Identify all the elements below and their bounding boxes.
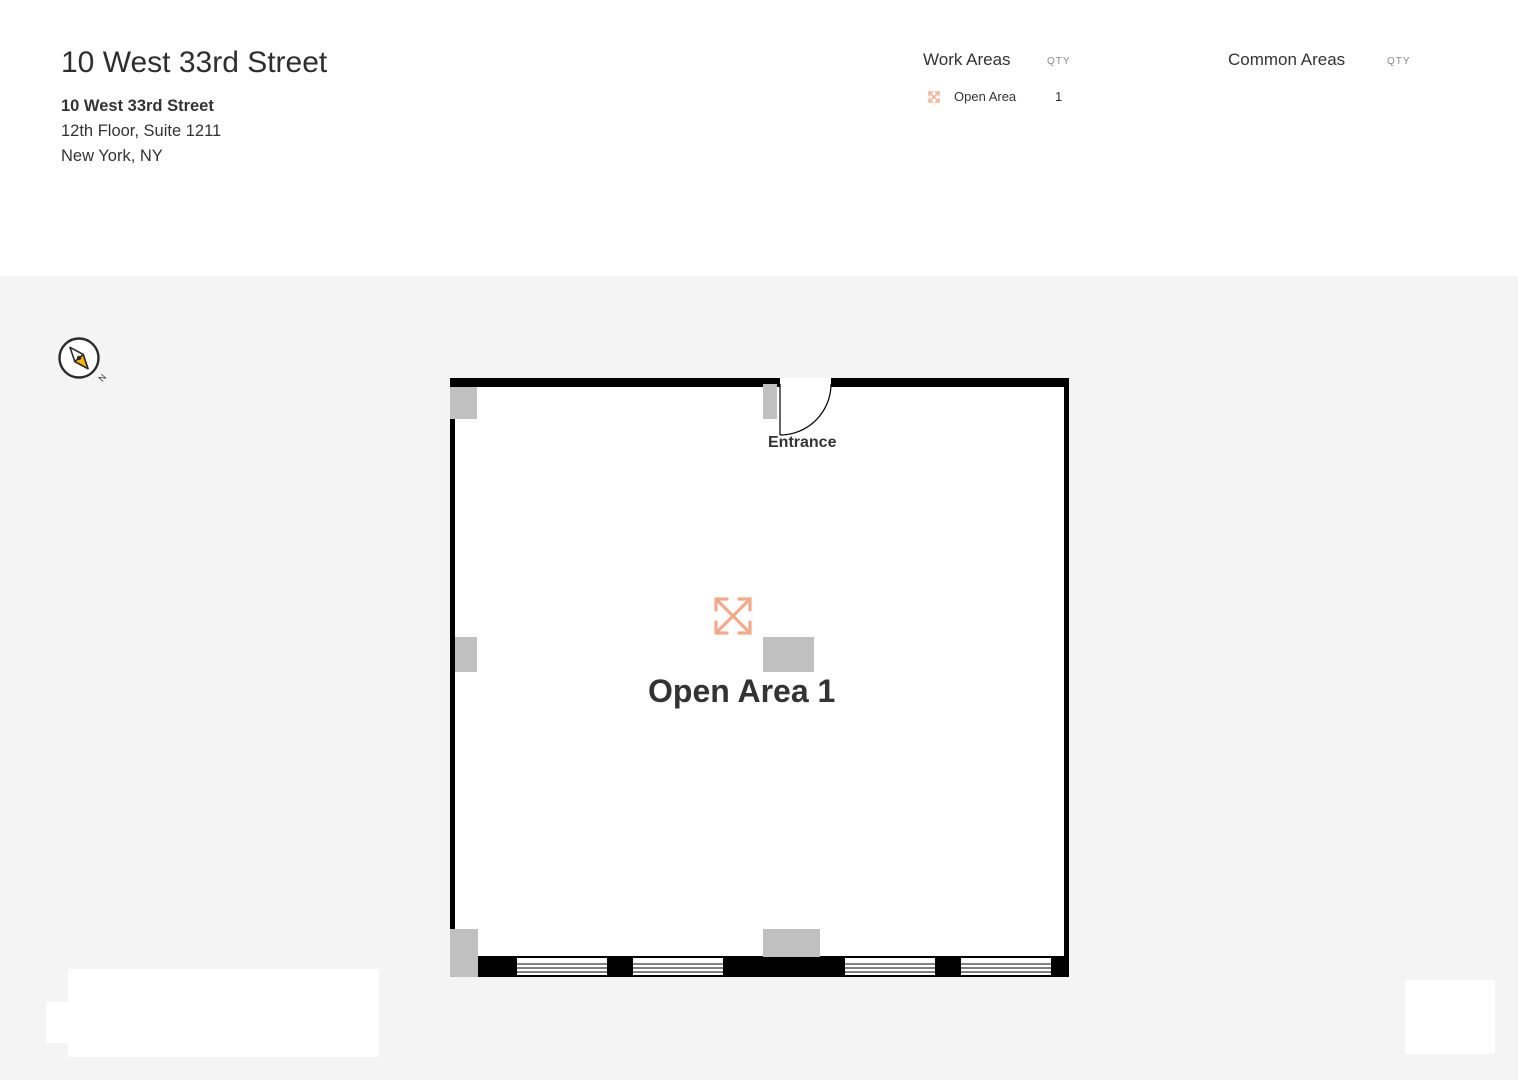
column [763, 384, 777, 419]
address-line-floor: 12th Floor, Suite 1211 [61, 122, 222, 140]
common-areas-title: Common Areas [1228, 50, 1346, 69]
expand-arrows-icon [928, 91, 940, 103]
address-block: 10 West 33rd Street 12th Floor, Suite 12… [61, 94, 221, 169]
compass-north-label: N [96, 372, 108, 383]
address-name: 10 West 33rd Street [61, 97, 214, 115]
window [517, 958, 607, 975]
scale-panel [68, 969, 379, 1057]
window [633, 958, 723, 975]
address-line-city: New York, NY [61, 147, 163, 165]
column [763, 637, 814, 672]
entrance-label: Entrance [768, 434, 837, 451]
logo-panel [1405, 980, 1495, 1054]
scale-panel-tab [46, 1002, 70, 1043]
window [961, 958, 1051, 975]
expand-arrows-icon [714, 597, 752, 635]
work-areas-item-label: Open Area [954, 89, 1017, 104]
compass-icon: N [58, 337, 108, 384]
page-header: 10 West 33rd Street 10 West 33rd Street … [0, 0, 1518, 276]
area-label[interactable]: Open Area 1 [648, 673, 835, 710]
work-areas-title: Work Areas [923, 50, 1011, 69]
page-title: 10 West 33rd Street [61, 46, 328, 79]
work-areas-item-qty: 1 [1055, 89, 1063, 104]
column [450, 387, 477, 419]
work-areas-qty-header: QTY [1047, 56, 1071, 67]
column [455, 637, 477, 672]
window [845, 958, 935, 975]
column [450, 929, 478, 977]
column [763, 929, 820, 957]
common-areas-qty-header: QTY [1387, 56, 1411, 67]
